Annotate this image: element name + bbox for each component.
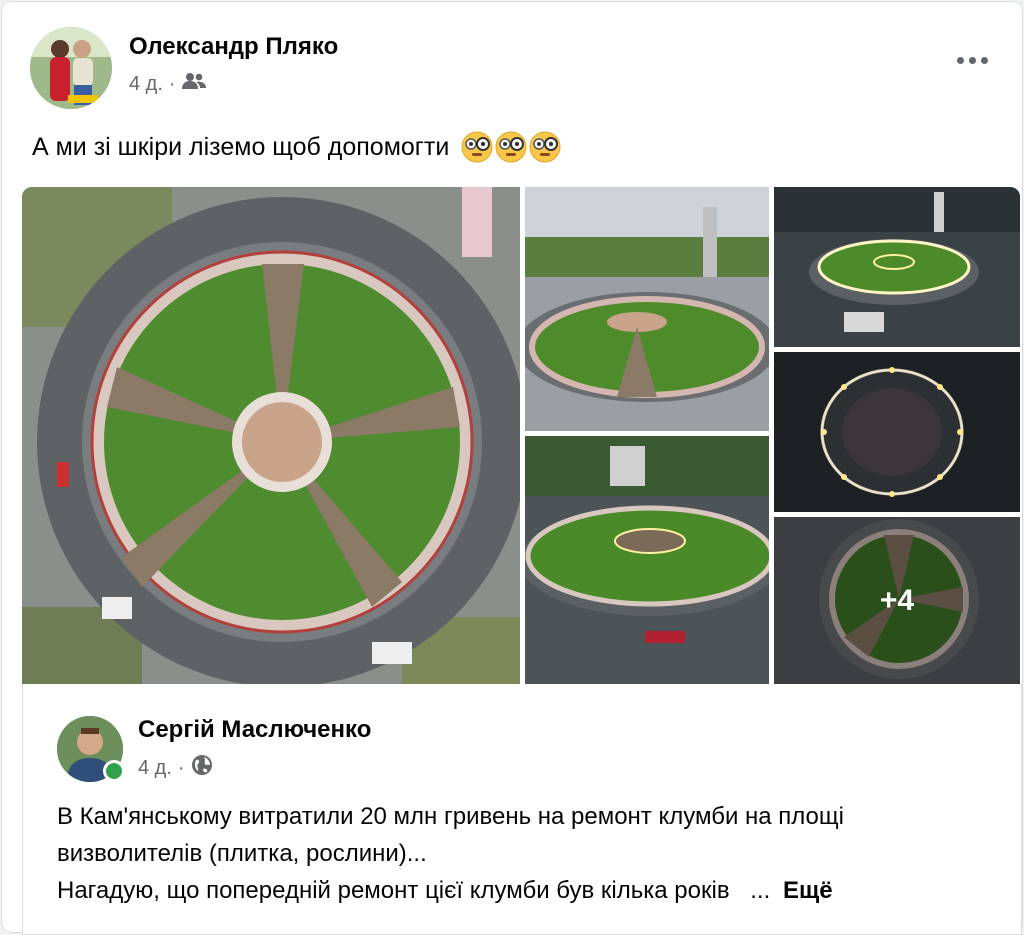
- more-options-button[interactable]: [952, 48, 992, 72]
- photo-4[interactable]: [774, 352, 1020, 512]
- dot-icon: [968, 56, 976, 64]
- more-photos-count: +4: [879, 583, 915, 617]
- shared-text-line-1: В Кам'янському витратили 20 млн гривень …: [57, 803, 844, 830]
- truncation-ellipsis: ...: [750, 877, 771, 904]
- post-text: А ми зі шкіри ліземо щоб допомогти: [32, 131, 561, 163]
- shared-time[interactable]: 4 д.: [138, 757, 172, 780]
- shared-text-line-3: Нагадую, що попередній ремонт цієї клумб…: [57, 872, 1007, 909]
- shared-author-name[interactable]: Сергій Маслюченко: [138, 716, 371, 744]
- globe-icon[interactable]: [191, 754, 213, 782]
- photo-5[interactable]: [525, 436, 769, 684]
- author-name[interactable]: Олександр Пляко: [129, 33, 338, 61]
- shared-post-text: В Кам'янському витратили 20 млн гривень …: [57, 798, 1007, 909]
- post-meta: 4 д. ·: [129, 72, 206, 96]
- online-status-indicator: [103, 760, 125, 782]
- friends-icon[interactable]: [181, 72, 206, 96]
- shared-meta: 4 д. ·: [138, 754, 213, 782]
- flushed-face-monocle-icon: [529, 131, 561, 163]
- dot-icon: [956, 56, 964, 64]
- photo-3[interactable]: [774, 187, 1020, 347]
- photo-main[interactable]: [22, 187, 520, 684]
- photo-2[interactable]: [525, 187, 769, 431]
- shared-post[interactable]: Сергій Маслюченко 4 д. · В Кам'янському …: [22, 684, 1022, 935]
- post-text-content: А ми зі шкіри ліземо щоб допомогти: [32, 132, 450, 161]
- see-more-link[interactable]: Ещё: [783, 877, 833, 904]
- shared-text-line-3-content: Нагадую, що попередній ремонт цієї клумб…: [57, 877, 730, 904]
- dot-icon: [980, 56, 988, 64]
- flushed-face-monocle-icon: [495, 131, 527, 163]
- meta-separator: ·: [177, 756, 185, 779]
- shared-text-line-2: визволителів (плитка, рослини)...: [57, 840, 427, 867]
- emoji-group: [461, 131, 561, 163]
- author-avatar[interactable]: [30, 27, 112, 109]
- post-card: Олександр Пляко 4 д. · А ми зі шкіри ліз…: [2, 2, 1022, 935]
- photo-6-more[interactable]: +4: [774, 517, 1020, 684]
- post-time[interactable]: 4 д.: [129, 73, 163, 96]
- flushed-face-monocle-icon: [461, 131, 493, 163]
- meta-separator: ·: [168, 72, 176, 95]
- photo-gallery: +4: [22, 187, 1020, 684]
